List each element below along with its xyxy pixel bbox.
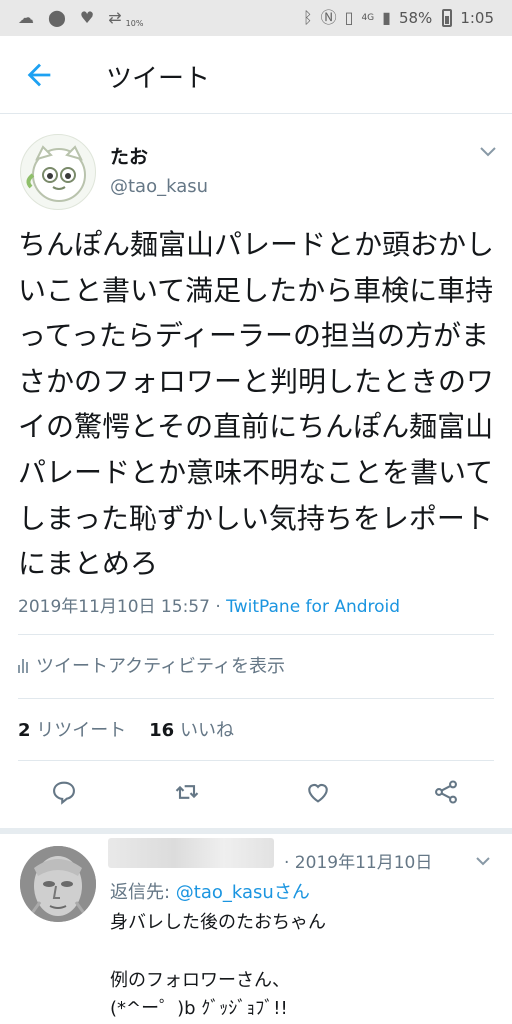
- status-bar-right: ᛒ Ⓝ ▯ 4G ▮ 58% 1:05: [303, 6, 494, 30]
- tweet-stats: 2 リツイート 16 いいね: [18, 716, 234, 742]
- divider: [18, 698, 494, 699]
- share-button[interactable]: [432, 778, 462, 808]
- arrow-left-icon: [27, 63, 51, 87]
- meta-separator: ·: [215, 597, 221, 617]
- stone-face-avatar-icon: [20, 846, 96, 922]
- heart-icon: [308, 783, 328, 803]
- reply-text-line: (*^ー゜)b ｸﾞｯｼﾞｮﾌﾞ!!: [110, 998, 288, 1019]
- cloud-upload-icon: ☁: [18, 8, 34, 27]
- reply-text-line: 身バレした後のたおちゃん: [110, 912, 326, 933]
- page-title: ツイート: [106, 64, 211, 94]
- like-button[interactable]: [304, 778, 334, 808]
- author-handle[interactable]: @tao_kasu: [110, 176, 208, 197]
- analytics-icon: [18, 657, 28, 673]
- data-saver-icon: ⇄: [108, 8, 122, 27]
- reply-date: · 2019年11月10日: [284, 853, 433, 873]
- network-type: 4G: [361, 13, 375, 23]
- activity-label: ツイートアクティビティを表示: [36, 656, 285, 677]
- author-avatar[interactable]: [20, 134, 96, 210]
- chevron-down-icon: [476, 857, 490, 866]
- battery-icon: [442, 9, 453, 27]
- retweets-stat[interactable]: 2 リツイート: [18, 720, 126, 741]
- location-pin-icon: ⬤: [48, 8, 66, 27]
- reply-author-name-redacted: [108, 838, 274, 868]
- signal-icon: ▮: [382, 8, 391, 27]
- status-bar: ☁ ⬤ ♥ ⇄ 10% ᛒ Ⓝ ▯ 4G ▮ 58% 1:05: [0, 0, 512, 36]
- retweet-count: 2: [18, 720, 31, 741]
- heart-plus-icon: ♥: [79, 8, 95, 27]
- tweet-menu-button[interactable]: [478, 144, 498, 158]
- back-button[interactable]: [22, 58, 56, 92]
- section-separator: [0, 828, 512, 834]
- clock: 1:05: [460, 9, 494, 27]
- like-label: いいね: [179, 720, 234, 741]
- app-header: ツイート: [0, 36, 512, 114]
- retweet-icon: [175, 785, 199, 799]
- tweet-actions: [0, 778, 512, 812]
- retweet-button[interactable]: [172, 778, 202, 808]
- chevron-down-icon: [480, 147, 496, 157]
- retweet-label: リツイート: [36, 720, 127, 741]
- battery-percent: 58%: [398, 9, 433, 27]
- reply-author-avatar[interactable]: [20, 846, 96, 922]
- tweet-activity-link[interactable]: ツイートアクティビティを表示: [18, 652, 285, 678]
- avatar-illustration-icon: [26, 145, 86, 202]
- divider: [18, 634, 494, 635]
- data-speed-text: 10%: [125, 18, 144, 28]
- tweet-source-link[interactable]: TwitPane for Android: [226, 597, 400, 617]
- nfc-icon: Ⓝ: [320, 8, 337, 27]
- author-name[interactable]: たお: [110, 142, 148, 169]
- reply-to-handle[interactable]: @tao_kasuさん: [176, 882, 310, 903]
- likes-stat[interactable]: 16 いいね: [149, 720, 234, 741]
- tweet-timestamp: 2019年11月10日 15:57: [18, 597, 210, 617]
- tweet-meta: 2019年11月10日 15:57 · TwitPane for Android: [18, 592, 400, 617]
- reply-menu-button[interactable]: [474, 852, 492, 866]
- vibrate-icon: ▯: [344, 8, 354, 27]
- reply-to-line: 返信先: @tao_kasuさん: [110, 878, 310, 904]
- divider: [18, 760, 494, 761]
- share-icon: [435, 780, 457, 804]
- bluetooth-icon: ᛒ: [303, 8, 313, 27]
- comment-icon: [53, 781, 75, 805]
- like-count: 16: [149, 720, 175, 741]
- reply-text-line: 例のフォロワーさん、: [110, 970, 290, 991]
- tweet-text: ちんぽん麺富山パレードとか頭おかしいこと書いて満足したから車検に車持ってったらデ…: [18, 228, 495, 581]
- status-bar-left: ☁ ⬤ ♥ ⇄ 10%: [18, 6, 153, 30]
- reply-to-prefix: 返信先:: [110, 882, 176, 903]
- reply-button[interactable]: [50, 778, 80, 808]
